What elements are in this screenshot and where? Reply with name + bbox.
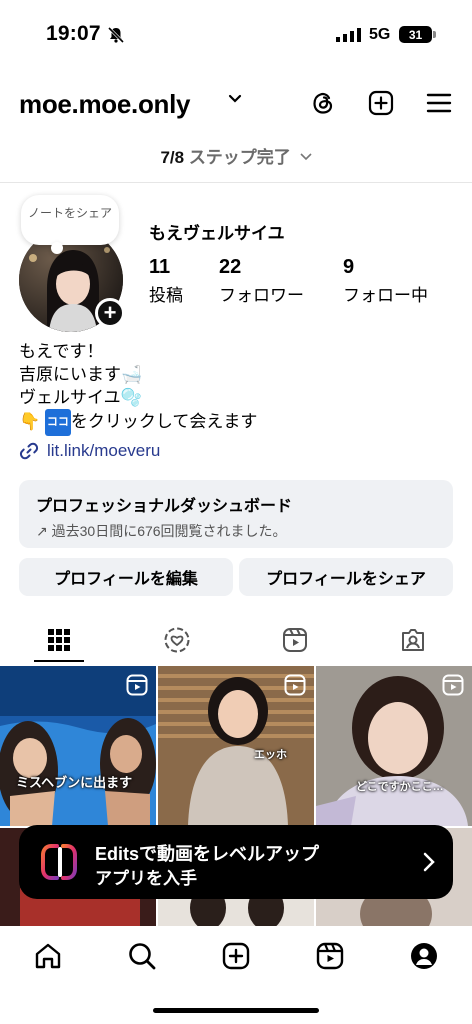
edits-logo-icon (41, 844, 77, 880)
nav-profile[interactable] (404, 936, 444, 976)
tab-posts[interactable] (0, 616, 118, 664)
battery-icon: 31 (399, 26, 436, 43)
network-type: 5G (369, 26, 391, 43)
followers-label: フォロワー (219, 286, 304, 305)
create-icon (222, 942, 250, 970)
posts-count: 11 (149, 256, 171, 278)
divider (0, 182, 472, 183)
grid-post[interactable]: ミスヘブンに出ます (0, 666, 156, 826)
bio-line: ヴェルサイユ🫧 (19, 388, 142, 407)
reels-icon (126, 674, 148, 696)
bell-muted-icon (107, 26, 125, 44)
dashboard-title: プロフェッショナルダッシュボード (36, 498, 293, 515)
point-down-emoji: 👇 (19, 412, 41, 431)
status-time: 19:07 (46, 22, 101, 45)
share-profile-button[interactable]: プロフィールをシェア (239, 558, 453, 596)
threads-icon[interactable] (308, 88, 338, 118)
chevron-down-icon[interactable] (228, 94, 242, 104)
profile-header: moe.moe.only (0, 80, 472, 124)
reposts-icon (164, 627, 190, 653)
following-count: 9 (343, 256, 355, 278)
posts-stat[interactable]: 11 投稿 (149, 256, 183, 306)
link-icon (19, 442, 39, 460)
edits-subtitle: アプリを入手 (95, 869, 197, 888)
home-indicator (153, 1008, 319, 1013)
edits-title: Editsで動画をレベルアップ (95, 844, 320, 864)
edits-promo-banner[interactable]: Editsで動画をレベルアップ アプリを入手 (19, 825, 453, 899)
reels-icon (442, 674, 464, 696)
post-caption: ミスヘブンに出ます (16, 775, 133, 790)
chevron-down-icon (299, 153, 312, 161)
followers-count: 22 (219, 256, 242, 278)
tab-reposts[interactable] (118, 616, 236, 664)
bio-line: もえです！ (19, 342, 104, 361)
reels-icon (316, 942, 344, 970)
chevron-right-icon (423, 852, 435, 872)
tagged-icon (402, 629, 424, 651)
reels-icon (283, 628, 307, 652)
nav-home[interactable] (28, 936, 68, 976)
add-story-icon[interactable]: + (95, 298, 125, 328)
grid-icon (48, 629, 70, 651)
username-switcher[interactable]: moe.moe.only (19, 89, 191, 120)
dashboard-subtitle: ↗ 過去30日間に676回閲覧されました。 (36, 523, 287, 539)
note-bubble[interactable]: ノートをシェア (21, 195, 119, 254)
display-name: もえヴェルサイユ (149, 224, 285, 243)
bio-line: 吉原にいます🛁 (19, 365, 143, 384)
steps-label: ステップ完了 (188, 148, 291, 167)
search-icon (129, 943, 156, 970)
steps-progress: 7/8 (160, 148, 185, 167)
post-caption: どこですかここ… (356, 781, 444, 793)
signal-icon (336, 28, 361, 42)
nav-create[interactable] (216, 936, 256, 976)
bio-line-text: をクリックして会えます (70, 412, 258, 431)
reels-icon (284, 674, 306, 696)
menu-icon[interactable] (424, 88, 454, 118)
following-label: フォロー中 (343, 286, 428, 305)
post-caption: エッホ (254, 749, 287, 761)
create-new-icon[interactable] (366, 88, 396, 118)
following-stat[interactable]: 9 フォロー中 (343, 256, 428, 306)
bio-line: 👇 ココ をクリックして会えます (19, 409, 257, 436)
active-tab-indicator (34, 660, 84, 662)
bio-link-text: lit.link/moeveru (47, 441, 161, 460)
bio: もえです！ 吉原にいます🛁 ヴェルサイユ🫧 👇 ココ をクリックして会えます (19, 340, 257, 436)
setup-steps[interactable]: 7/8 ステップ完了 (0, 143, 472, 168)
tab-tagged[interactable] (354, 616, 472, 664)
posts-label: 投稿 (149, 286, 183, 305)
professional-dashboard[interactable]: プロフェッショナルダッシュボード ↗ 過去30日間に676回閲覧されました。 (19, 480, 453, 548)
status-bar: 19:07 5G 31 (0, 0, 472, 64)
grid-post[interactable]: どこですかここ… (316, 666, 472, 826)
tab-reels[interactable] (236, 616, 354, 664)
profile-icon (411, 943, 437, 969)
nav-search[interactable] (122, 936, 162, 976)
nav-reels[interactable] (310, 936, 350, 976)
home-icon (35, 943, 61, 969)
bio-link[interactable]: lit.link/moeveru (19, 441, 160, 461)
grid-post[interactable]: エッホ (158, 666, 314, 826)
edit-profile-button[interactable]: プロフィールを編集 (19, 558, 233, 596)
koko-badge: ココ (44, 409, 71, 436)
followers-stat[interactable]: 22 フォロワー (219, 256, 304, 306)
